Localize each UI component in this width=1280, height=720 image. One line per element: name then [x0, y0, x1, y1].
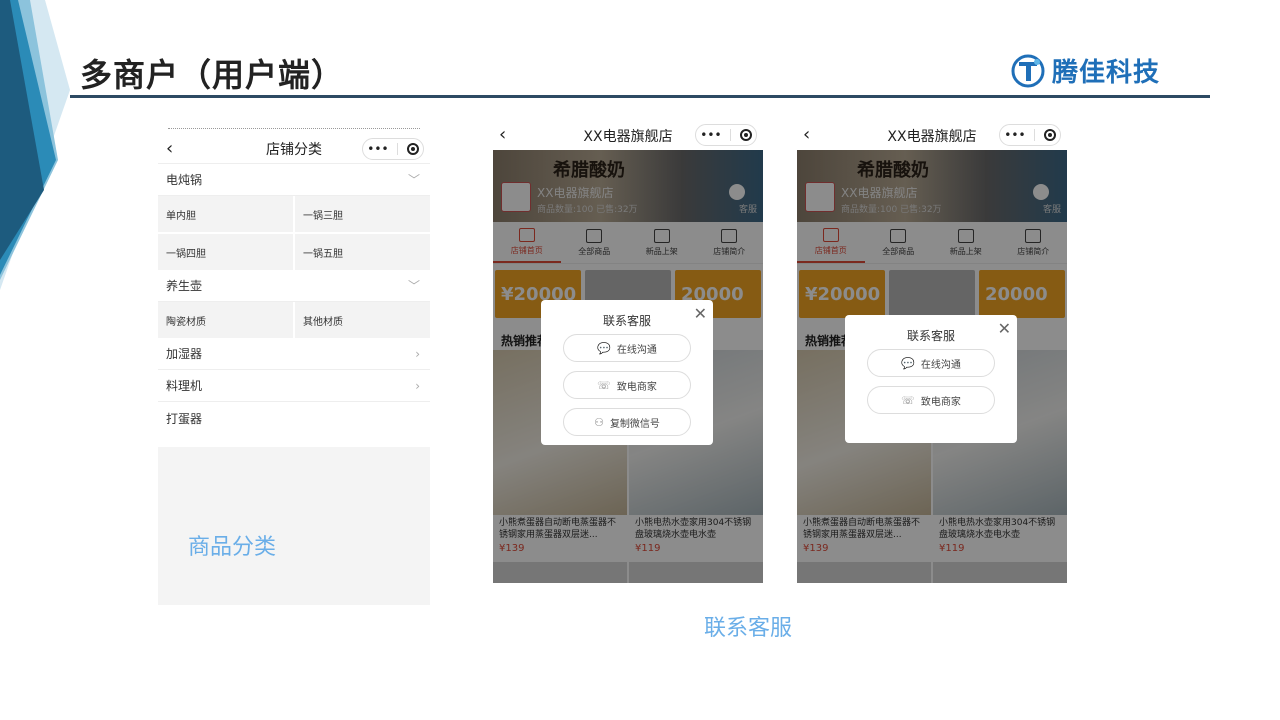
subcategory-item[interactable]: 陶瓷材质 [158, 302, 293, 338]
category-row[interactable]: 加湿器 › [158, 338, 430, 370]
nav-title: XX电器旗舰店 [583, 129, 673, 145]
phone-icon: ☏ [901, 393, 915, 407]
chevron-down-icon: ﹀ [407, 173, 420, 187]
contact-modal: 联系客服 ✕ 💬 在线沟通 ☏ 致电商家 [845, 315, 1017, 443]
button-label: 在线沟通 [616, 344, 657, 356]
close-target-icon[interactable] [1043, 129, 1056, 141]
more-icon[interactable]: ••• [367, 142, 388, 156]
online-chat-button[interactable]: 💬 在线沟通 [563, 334, 691, 362]
chevron-right-icon: › [415, 378, 420, 393]
back-icon[interactable]: ‹ [803, 124, 810, 145]
company-logo: 腾佳科技 [1010, 52, 1160, 89]
nav-title: XX电器旗舰店 [887, 129, 977, 145]
subcategory-grid-1: 单内胆 一锅三胆 一锅四胆 一锅五胆 [158, 196, 430, 270]
page-title: 多商户（用户端） [80, 56, 345, 94]
subcategory-item[interactable]: 一锅四胆 [158, 234, 293, 270]
subcategory-item[interactable]: 单内胆 [158, 196, 293, 232]
close-icon[interactable]: ✕ [694, 304, 707, 323]
logo-t-icon [1011, 54, 1045, 87]
mini-program-capsule: ••• [695, 124, 757, 146]
close-icon[interactable]: ✕ [998, 319, 1011, 338]
button-label: 致电商家 [616, 381, 657, 393]
back-icon[interactable]: ‹ [166, 138, 173, 159]
mini-program-capsule: ••• [999, 124, 1061, 146]
category-label: 加湿器 [166, 347, 203, 361]
subcategory-grid-2: 陶瓷材质 其他材质 [158, 302, 430, 338]
nav-bar: ‹ XX电器旗舰店 ••• [797, 122, 1067, 150]
capsule-divider [397, 143, 399, 155]
decorative-triangles [0, 0, 70, 290]
category-row[interactable]: 打蛋器 [158, 402, 430, 434]
store-content: 希腊酸奶 XX电器旗舰店 商品数量:100 已售:32万 客服 店铺首页 全部商… [797, 150, 1067, 583]
phone-icon: ☏ [597, 378, 611, 392]
category-row-group-1[interactable]: 电炖锅 ﹀ [158, 164, 430, 196]
chevron-right-icon: › [415, 346, 420, 361]
contact-modal: 联系客服 ✕ 💬 在线沟通 ☏ 致电商家 ⚇ 复制微信号 [541, 300, 713, 445]
nav-bar: ‹ XX电器旗舰店 ••• [493, 122, 763, 150]
capsule-divider [1034, 129, 1036, 141]
category-label: 打蛋器 [166, 411, 203, 426]
button-label: 致电商家 [920, 396, 961, 408]
more-icon[interactable]: ••• [1004, 128, 1025, 142]
phone-store-screen-1: ‹ XX电器旗舰店 ••• 希腊酸奶 XX电器旗舰店 商品数量:100 已售:3… [493, 122, 763, 583]
modal-title: 联系客服 [906, 329, 955, 343]
category-row-group-2[interactable]: 养生壶 ﹀ [158, 270, 430, 302]
phone-category-screen: ‹ 店铺分类 ••• 电炖锅 ﹀ 单内胆 一锅三胆 一锅四胆 一锅五胆 养生壶 … [158, 128, 430, 605]
call-merchant-button[interactable]: ☏ 致电商家 [867, 386, 995, 414]
logo-text: 腾佳科技 [1052, 58, 1161, 88]
subcategory-item[interactable]: 其他材质 [295, 302, 430, 338]
title-divider [70, 95, 1210, 98]
close-target-icon[interactable] [406, 143, 419, 155]
capsule-divider [730, 129, 732, 141]
back-icon[interactable]: ‹ [499, 124, 506, 145]
subcategory-item[interactable]: 一锅三胆 [295, 196, 430, 232]
nav-title: 店铺分类 [266, 141, 322, 158]
call-merchant-button[interactable]: ☏ 致电商家 [563, 371, 691, 399]
category-row[interactable]: 料理机 › [158, 370, 430, 402]
category-label: 电炖锅 [166, 173, 203, 187]
copy-wechat-button[interactable]: ⚇ 复制微信号 [563, 408, 691, 436]
nav-bar: ‹ 店铺分类 ••• [158, 134, 430, 164]
category-label: 养生壶 [166, 279, 203, 293]
close-target-icon[interactable] [739, 129, 752, 141]
online-chat-button[interactable]: 💬 在线沟通 [867, 349, 995, 377]
button-label: 复制微信号 [609, 418, 660, 430]
chat-icon: 💬 [901, 356, 915, 370]
subcategory-item[interactable]: 一锅五胆 [295, 234, 430, 270]
phone-store-screen-2: ‹ XX电器旗舰店 ••• 希腊酸奶 XX电器旗舰店 商品数量:100 已售:3… [797, 122, 1067, 583]
button-label: 在线沟通 [920, 359, 961, 371]
caption-contact: 联系客服 [704, 616, 793, 641]
caption-category: 商品分类 [188, 535, 277, 560]
empty-area: 商品分类 [158, 447, 430, 605]
mini-program-capsule: ••• [362, 138, 424, 160]
more-icon[interactable]: ••• [700, 128, 721, 142]
store-content: 希腊酸奶 XX电器旗舰店 商品数量:100 已售:32万 客服 店铺首页 全部商… [493, 150, 763, 583]
slide: 多商户（用户端） 腾佳科技 ‹ 店铺分类 ••• 电炖锅 ﹀ 单内胆 一锅三胆 … [0, 0, 1280, 720]
modal-title: 联系客服 [602, 314, 651, 328]
chevron-down-icon: ﹀ [407, 279, 420, 293]
wechat-icon: ⚇ [594, 415, 604, 429]
category-label: 料理机 [166, 379, 203, 393]
chat-icon: 💬 [597, 341, 611, 355]
